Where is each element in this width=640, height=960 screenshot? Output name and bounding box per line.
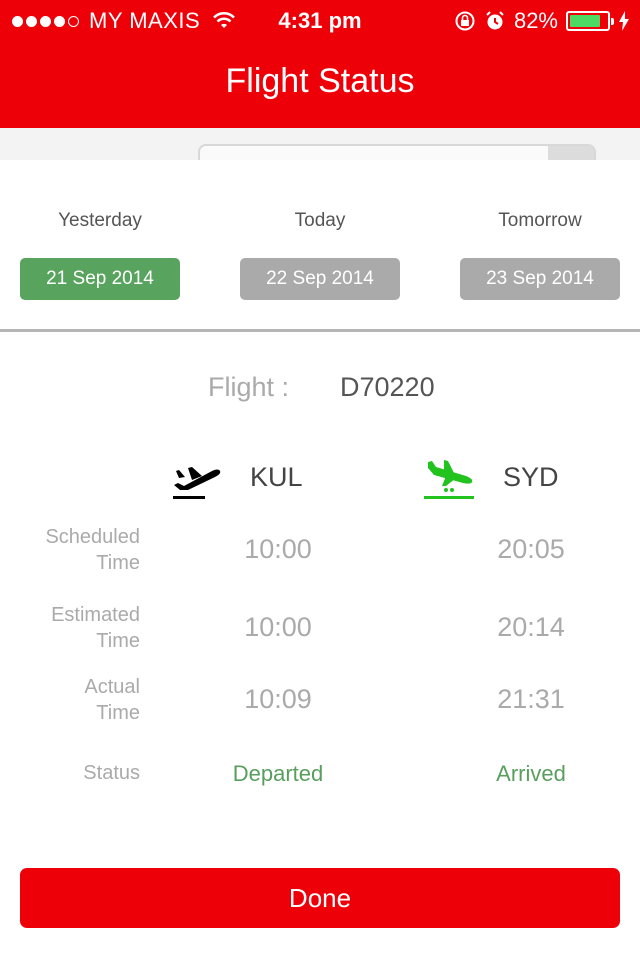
estimated-label-line2: Time	[96, 630, 140, 652]
scheduled-time-label: Scheduled Time	[0, 524, 140, 576]
origin-code: KUL	[250, 462, 303, 492]
estimated-arrival-time: 20:14	[497, 612, 565, 642]
battery-fill	[570, 15, 600, 27]
status-bar: MY MAXIS 4:31 pm 82%	[0, 0, 640, 40]
day-label-tomorrow: Tomorrow	[498, 210, 582, 231]
top-bar: MY MAXIS 4:31 pm 82% Flight Status	[0, 0, 640, 128]
date-button-tomorrow[interactable]: 23 Sep 2014	[460, 258, 620, 300]
actual-departure-time: 10:09	[244, 684, 312, 714]
departure-status: Departed	[232, 761, 324, 786]
estimated-label-line1: Estimated	[51, 604, 140, 626]
plane-departure-icon	[173, 467, 221, 499]
date-button-yesterday[interactable]: 21 Sep 2014	[20, 258, 180, 300]
actual-label-line2: Time	[96, 702, 140, 724]
arrival-status: Arrived	[496, 761, 566, 786]
background-layer	[0, 128, 640, 174]
day-label-today: Today	[294, 210, 346, 231]
charging-bolt-icon	[619, 11, 629, 31]
battery-percent: 82%	[513, 8, 558, 33]
actual-arrival-time: 21:31	[497, 684, 565, 714]
page-title: Flight Status	[225, 62, 415, 100]
estimated-time-label: Estimated Time	[0, 602, 140, 654]
flight-label: Flight :	[208, 372, 290, 402]
alarm-icon	[486, 11, 504, 30]
flight-status-card: Yesterday Today Tomorrow 21 Sep 2014 22 …	[0, 160, 640, 960]
scheduled-arrival-time: 20:05	[497, 534, 565, 564]
done-button[interactable]: Done	[20, 868, 620, 928]
destination-code: SYD	[503, 462, 559, 492]
scheduled-label-line2: Time	[96, 552, 140, 574]
status-label: Status	[83, 762, 140, 784]
estimated-departure-time: 10:00	[244, 612, 312, 642]
battery-icon	[566, 11, 614, 31]
actual-time-label: Actual Time	[0, 674, 140, 726]
date-button-today[interactable]: 22 Sep 2014	[240, 258, 400, 300]
date-selector: Yesterday Today Tomorrow 21 Sep 2014 22 …	[0, 160, 640, 330]
flight-number: D70220	[340, 372, 435, 402]
scheduled-label-line1: Scheduled	[45, 526, 140, 548]
plane-arrival-icon	[424, 460, 474, 499]
scheduled-departure-time: 10:00	[244, 534, 312, 564]
divider	[0, 329, 640, 332]
rotation-lock-icon	[455, 11, 475, 31]
actual-label-line1: Actual	[84, 676, 140, 698]
day-label-yesterday: Yesterday	[58, 210, 142, 231]
status-right: 82%	[454, 8, 630, 34]
